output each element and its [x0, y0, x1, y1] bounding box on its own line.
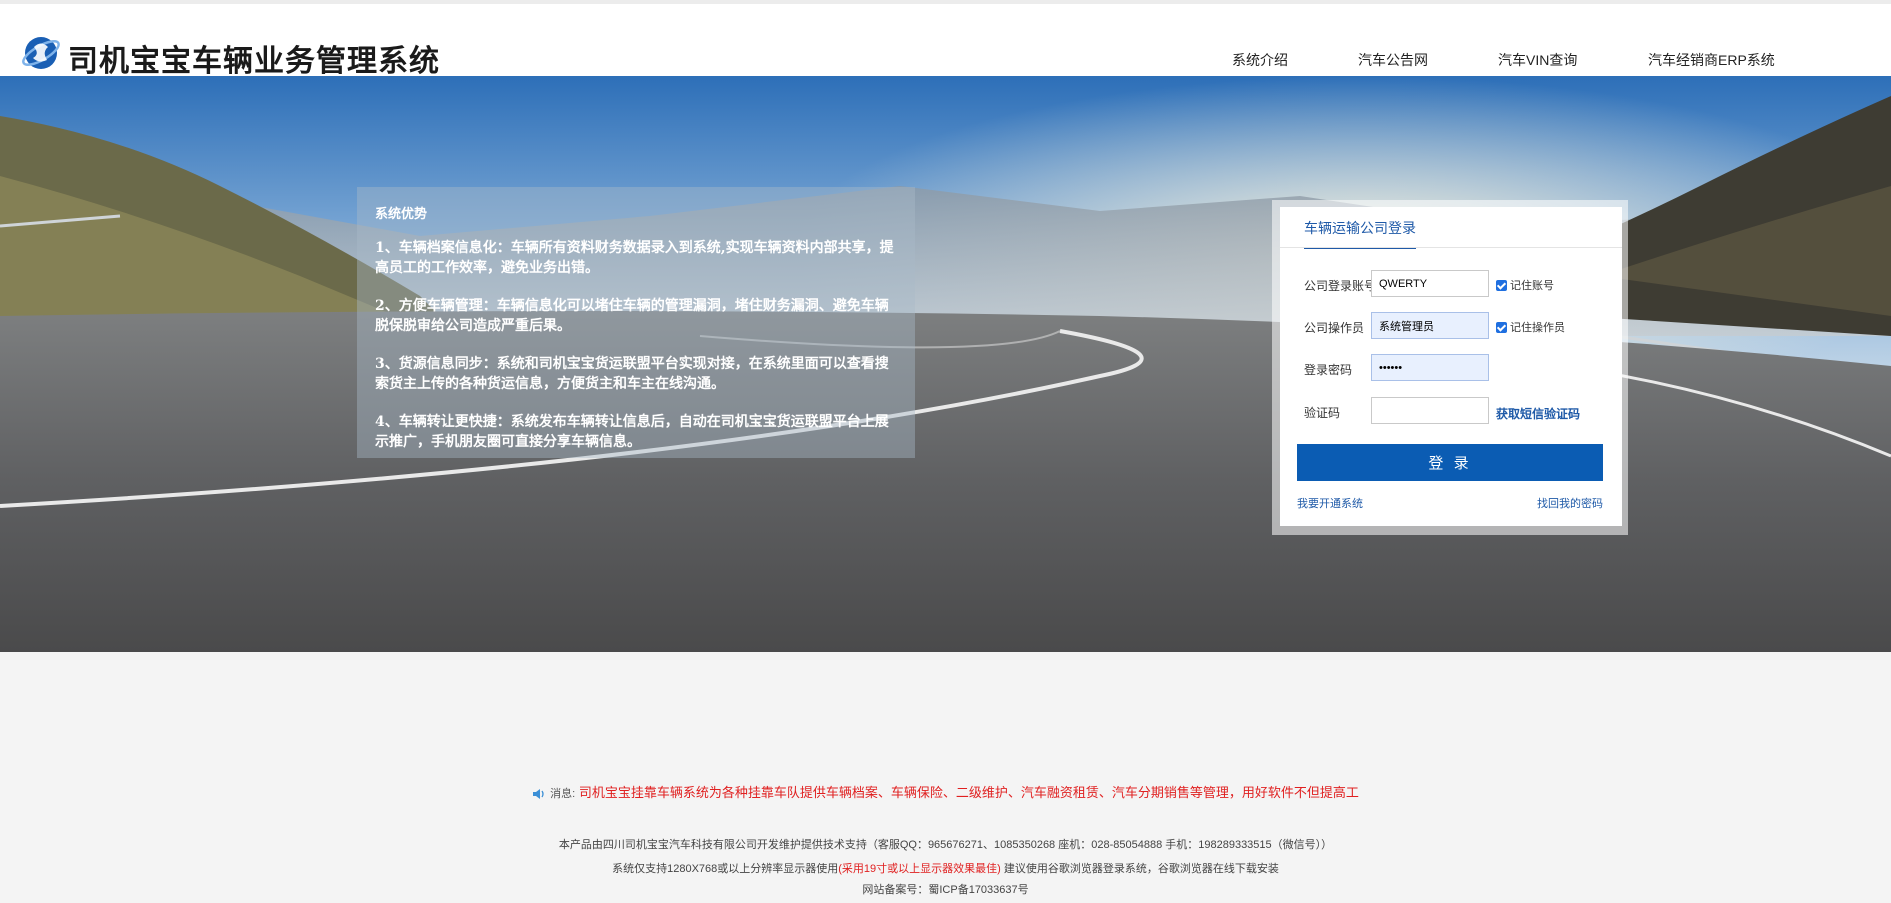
operator-label: 公司操作员	[1304, 321, 1365, 335]
notice-text: 司机宝宝挂靠车辆系统为各种挂靠车队提供车辆档案、车辆保险、二级维护、汽车融资租赁…	[578, 785, 1359, 800]
tab-company-login[interactable]: 车辆运输公司登录	[1304, 218, 1416, 249]
logo-icon	[22, 37, 60, 69]
footer-icp-line: 网站备案号：蜀ICP备17033637号	[862, 884, 1029, 896]
login-button[interactable]: 登 录	[1297, 444, 1603, 481]
resolution-text: 系统仅支持1280X768或以上分辨率显示器使用	[612, 863, 839, 875]
nav-vehicle-announcement[interactable]: 汽车公告网	[1358, 50, 1428, 70]
notice-bar: 消息: 司机宝宝挂靠车辆系统为各种挂靠车队提供车辆档案、车辆保险、二级维护、汽车…	[0, 782, 1891, 801]
password-label: 登录密码	[1304, 363, 1353, 377]
checkbox-checked-icon	[1496, 321, 1507, 333]
footer-resolution-line: 系统仅支持1280X768或以上分辨率显示器使用(采用19寸或以上显示器效果最佳…	[0, 860, 1891, 876]
account-input[interactable]	[1371, 270, 1489, 297]
recover-password-link[interactable]: 找回我的密码	[1537, 495, 1603, 511]
open-system-link[interactable]: 我要开通系统	[1297, 495, 1363, 511]
footer-support-line: 本产品由四川司机宝宝汽车科技有限公司开发维护提供技术支持（客服QQ：965676…	[558, 839, 1333, 851]
account-label: 公司登录账号	[1304, 279, 1377, 293]
advantage-item: 2、方便车辆管理：车辆信息化可以堵住车辆的管理漏洞，堵住财务漏洞、避免车辆脱保脱…	[375, 298, 889, 334]
advantage-item: 4、车辆转让更快捷：系统发布车辆转让信息后，自动在司机宝宝货运联盟平台上展示推广…	[375, 414, 889, 450]
login-panel: 车辆运输公司登录 公司登录账号 记住账号 公司操作员 记住操作员 登录密码 验证…	[1280, 207, 1622, 526]
site-title: 司机宝宝车辆业务管理系统	[68, 44, 440, 79]
advantages-panel: 系统优势 1、车辆档案信息化：车辆所有资料财务数据录入到系统,实现车辆资料内部共…	[357, 187, 915, 458]
captcha-label: 验证码	[1304, 406, 1341, 420]
checkbox-checked-icon	[1496, 279, 1507, 291]
speaker-icon	[533, 788, 544, 799]
remember-account-label: 记住账号	[1510, 280, 1554, 292]
resolution-recommend: (采用19寸或以上显示器效果最佳)	[838, 863, 1001, 875]
remember-account-checkbox[interactable]: 记住账号	[1496, 277, 1554, 293]
captcha-input[interactable]	[1371, 397, 1489, 424]
get-sms-code-link[interactable]: 获取短信验证码	[1496, 405, 1580, 422]
header: 司机宝宝车辆业务管理系统 系统介绍 汽车公告网 汽车VIN查询 汽车经销商ERP…	[0, 4, 1891, 79]
advantage-item: 3、货源信息同步：系统和司机宝宝货运联盟平台实现对接，在系统里面可以查看搜索货主…	[375, 356, 889, 392]
nav-dealer-erp[interactable]: 汽车经销商ERP系统	[1648, 50, 1775, 70]
nav-vin-query[interactable]: 汽车VIN查询	[1498, 50, 1577, 70]
advantage-item: 1、车辆档案信息化：车辆所有资料财务数据录入到系统,实现车辆资料内部共享，提高员…	[375, 240, 894, 276]
notice-label: 消息:	[550, 788, 576, 800]
password-input[interactable]	[1371, 354, 1489, 381]
nav-system-intro[interactable]: 系统介绍	[1232, 50, 1288, 70]
remember-operator-label: 记住操作员	[1510, 322, 1565, 334]
advantages-title: 系统优势	[375, 206, 428, 221]
tab-divider	[1280, 247, 1622, 248]
remember-operator-checkbox[interactable]: 记住操作员	[1496, 319, 1565, 335]
operator-input[interactable]	[1371, 312, 1489, 339]
browser-text: 建议使用谷歌浏览器登录系统，谷歌浏览器在线下载安装	[1000, 863, 1279, 875]
